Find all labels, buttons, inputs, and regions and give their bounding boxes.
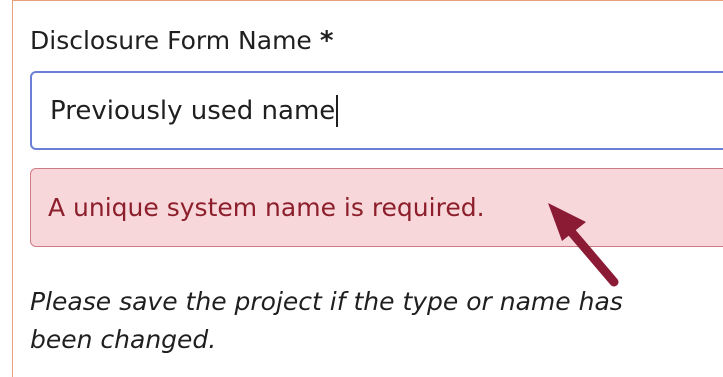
field-label-row: Disclosure Form Name * xyxy=(30,26,333,56)
disclosure-form-name-input[interactable]: Previously used name xyxy=(30,71,723,150)
text-caret xyxy=(336,94,339,127)
input-value: Previously used name xyxy=(50,95,336,126)
arrow-head xyxy=(548,203,586,241)
arrow-shaft xyxy=(563,223,619,287)
help-note: Please save the project if the type or n… xyxy=(30,287,623,354)
field-label: Disclosure Form Name xyxy=(30,26,312,55)
error-message: A unique system name is required. xyxy=(48,193,485,222)
required-indicator: * xyxy=(319,26,334,56)
